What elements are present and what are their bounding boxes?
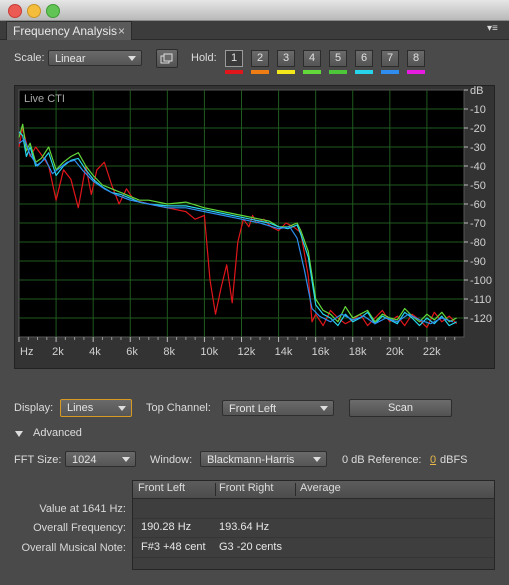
y-tick-label: -110 (470, 294, 491, 306)
y-tick-label: -50 (470, 180, 486, 192)
chevron-down-icon (128, 56, 136, 61)
hold-button-3[interactable]: 3 (277, 50, 295, 67)
row-label-overall-frequency: Overall Frequency: (33, 522, 126, 534)
tab-close-icon[interactable]: × (118, 22, 125, 40)
table-row: 190.28 Hz 193.64 Hz (133, 518, 494, 538)
hold-color-swatch-8 (407, 70, 425, 74)
display-dropdown[interactable]: Lines (60, 399, 132, 417)
tab-title: Frequency Analysis (13, 24, 118, 38)
x-tick-label: Hz (20, 346, 33, 358)
y-tick-label: -10 (470, 104, 486, 116)
snapshot-button[interactable] (156, 49, 178, 68)
spectrum-chart[interactable]: dB -10 -20 -30 -40 -50 -60 -70 -80 -90 -100 -110 -12… (14, 85, 495, 369)
hold-color-swatch-5 (329, 70, 347, 74)
fft-size-dropdown[interactable]: 1024 (65, 451, 136, 467)
scale-value: Linear (55, 53, 86, 65)
row-label-overall-note: Overall Musical Note: (21, 542, 126, 554)
display-label: Display: (14, 402, 54, 414)
zoom-window-button[interactable] (46, 4, 60, 18)
column-header-front-right[interactable]: Front Right (219, 482, 273, 494)
y-tick-label: dB (470, 85, 483, 97)
results-table-header: Front Left Front Right Average (133, 481, 494, 499)
y-tick-label: -60 (470, 199, 486, 211)
reference-unit: dBFS (440, 454, 468, 466)
chevron-down-icon (320, 406, 328, 411)
hold-button-7[interactable]: 7 (381, 50, 399, 67)
hold-color-swatch-6 (355, 70, 373, 74)
x-tick-label: 14k (275, 346, 293, 358)
fft-size-label: FFT Size: (14, 454, 62, 466)
window-titlebar (0, 0, 509, 21)
hold-button-6[interactable]: 6 (355, 50, 373, 67)
window-label: Window: (150, 454, 193, 466)
reference-value[interactable]: 0 (430, 454, 436, 466)
top-channel-value: Front Left (229, 403, 277, 415)
hold-color-swatch-3 (277, 70, 295, 74)
y-tick-label: -40 (470, 161, 486, 173)
x-tick-label: 22k (423, 346, 441, 358)
hold-color-swatch-7 (381, 70, 399, 74)
table-row (133, 499, 494, 519)
reference-label: 0 dB Reference: (342, 454, 422, 466)
scan-button[interactable]: Scan (349, 399, 452, 417)
cell-front-left: F#3 +48 cent (141, 541, 206, 553)
hold-button-4[interactable]: 4 (303, 50, 321, 67)
chevron-down-icon (122, 457, 130, 462)
x-tick-label: 2k (52, 346, 64, 358)
top-channel-label: Top Channel: (146, 402, 211, 414)
top-channel-dropdown[interactable]: Front Left (222, 400, 334, 416)
live-cti-label: Live CTI (24, 93, 65, 105)
chevron-down-icon (313, 457, 321, 462)
table-row: F#3 +48 cent G3 -20 cents (133, 538, 494, 558)
x-tick-label: 12k (238, 346, 256, 358)
advanced-toggle[interactable]: Advanced (33, 427, 82, 439)
x-tick-label: 6k (126, 346, 138, 358)
tab-frequency-analysis[interactable]: Frequency Analysis × (6, 21, 132, 40)
x-tick-label: 4k (89, 346, 101, 358)
hold-label: Hold: (191, 52, 217, 64)
x-tick-label: 18k (349, 346, 367, 358)
cell-front-right: 193.64 Hz (219, 521, 270, 533)
scale-dropdown[interactable]: Linear (48, 50, 142, 66)
cell-front-left: 190.28 Hz (141, 521, 192, 533)
window-value: Blackmann-Harris (207, 454, 295, 466)
x-tick-label: 10k (200, 346, 218, 358)
x-tick-label: 20k (386, 346, 404, 358)
chevron-down-icon (118, 406, 126, 411)
hold-button-2[interactable]: 2 (251, 50, 269, 67)
hold-button-5[interactable]: 5 (329, 50, 347, 67)
column-header-front-left[interactable]: Front Left (138, 482, 185, 494)
display-value: Lines (67, 402, 94, 414)
minimize-window-button[interactable] (27, 4, 41, 18)
hold-color-swatch-1 (225, 70, 243, 74)
y-tick-label: -70 (470, 218, 486, 230)
panel-menu-icon[interactable]: ▾≡ (487, 23, 503, 37)
close-window-button[interactable] (8, 4, 22, 18)
x-tick-label: 8k (163, 346, 175, 358)
column-divider (215, 483, 216, 496)
hold-button-1[interactable]: 1 (225, 50, 243, 67)
disclosure-triangle-icon[interactable] (15, 431, 23, 437)
hold-button-8[interactable]: 8 (407, 50, 425, 67)
column-divider (295, 483, 296, 496)
hold-color-swatch-4 (303, 70, 321, 74)
scale-label: Scale: (14, 52, 45, 64)
copy-icon (160, 53, 173, 64)
y-tick-label: -100 (470, 275, 492, 287)
y-tick-label: -30 (470, 142, 486, 154)
window-dropdown[interactable]: Blackmann-Harris (200, 451, 327, 467)
hold-color-swatch-2 (251, 70, 269, 74)
y-tick-label: -120 (470, 313, 492, 325)
y-tick-label: -20 (470, 123, 486, 135)
cell-front-right: G3 -20 cents (219, 541, 282, 553)
results-table: Front Left Front Right Average 190.28 Hz… (132, 480, 495, 570)
fft-size-value: 1024 (72, 454, 97, 466)
y-tick-label: -90 (470, 256, 486, 268)
row-label-value-at: Value at 1641 Hz: (39, 503, 126, 515)
column-header-average[interactable]: Average (300, 482, 341, 494)
y-tick-label: -80 (470, 237, 486, 249)
x-tick-label: 16k (312, 346, 330, 358)
